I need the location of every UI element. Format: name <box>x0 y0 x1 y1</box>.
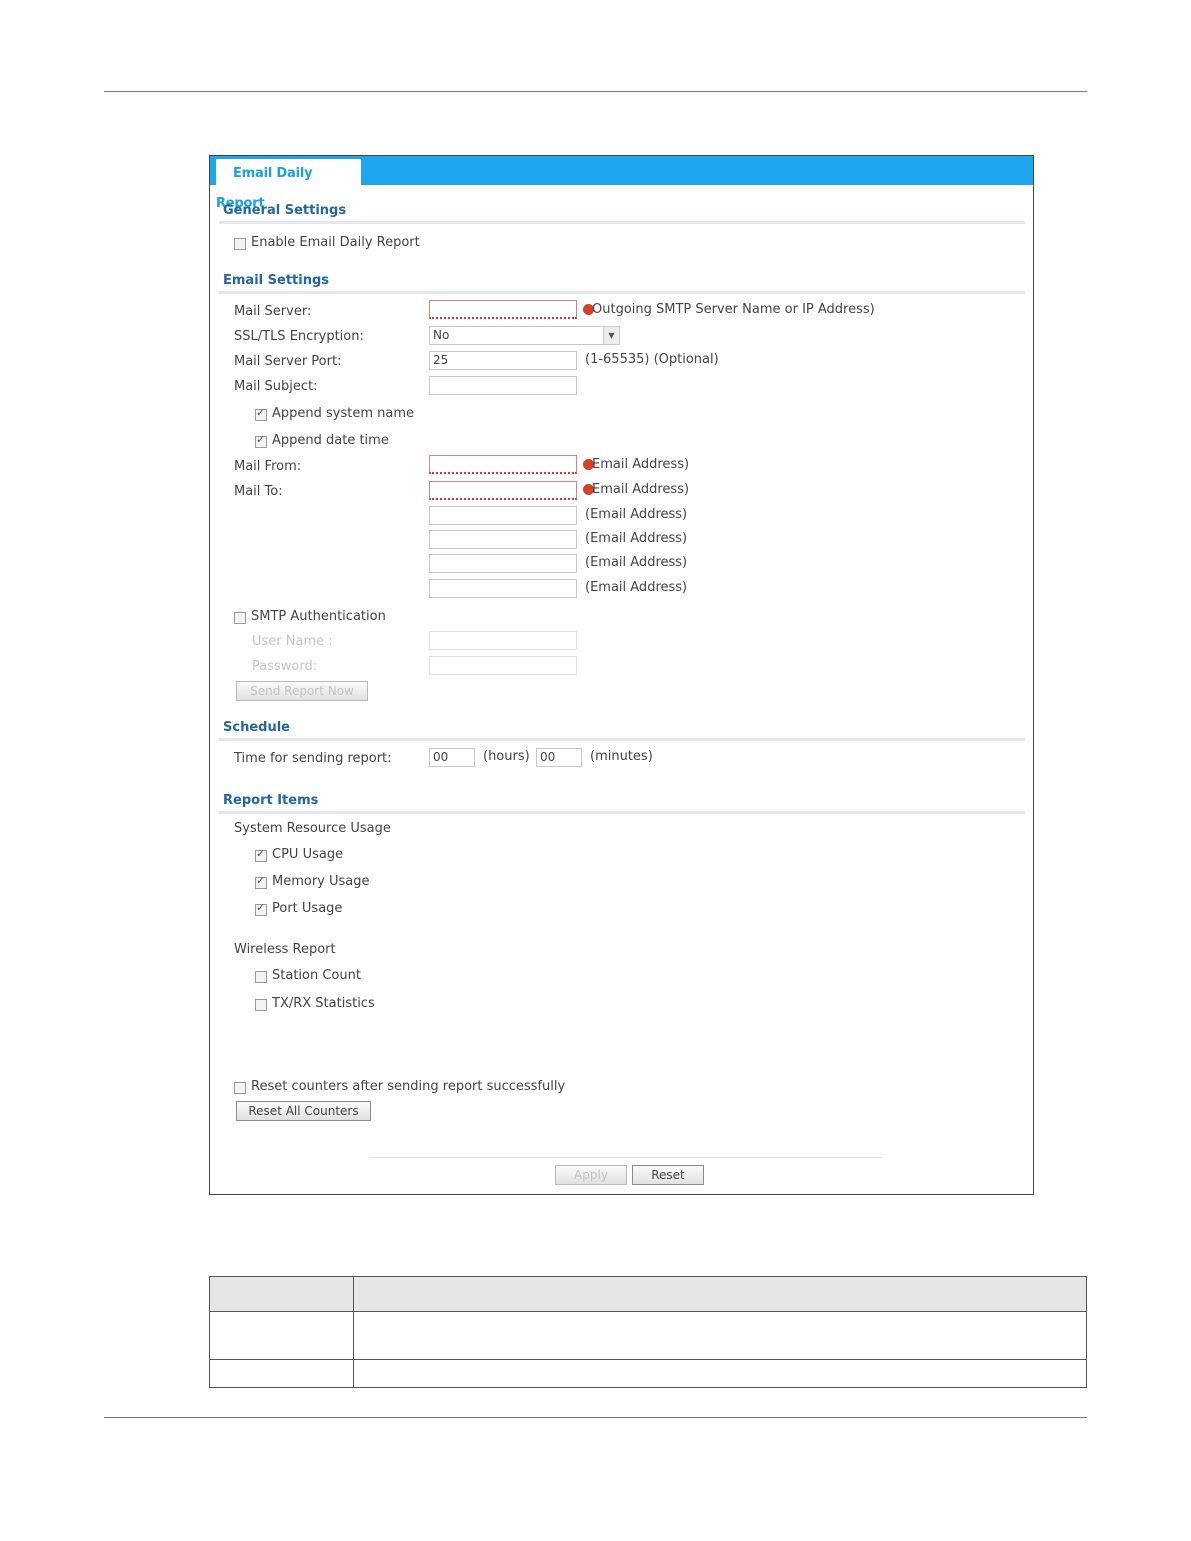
mail-from-hint: Email Address) <box>592 457 690 472</box>
page-top-rule <box>104 91 1087 92</box>
table-header-row <box>210 1277 1086 1312</box>
mail-to-hint-5: (Email Address) <box>585 580 688 595</box>
table-row-divider <box>210 1359 1086 1360</box>
ssl-tls-label: SSL/TLS Encryption: <box>234 329 364 344</box>
enable-email-daily-report-checkbox[interactable] <box>234 238 246 250</box>
apply-button[interactable]: Apply <box>555 1165 627 1185</box>
reset-button[interactable]: Reset <box>632 1165 704 1185</box>
reset-counters-label: Reset counters after sending report succ… <box>251 1079 566 1094</box>
mail-from-input[interactable] <box>429 455 577 474</box>
memory-usage-label: Memory Usage <box>272 874 370 889</box>
port-usage-label: Port Usage <box>272 901 343 916</box>
mail-to-hint-4: (Email Address) <box>585 555 688 570</box>
time-for-sending-label: Time for sending report: <box>234 751 392 766</box>
section-divider <box>219 738 1025 741</box>
memory-usage-checkbox[interactable] <box>255 874 267 889</box>
ssl-tls-select[interactable]: No ▼ <box>429 326 620 345</box>
mail-server-hint: Outgoing SMTP Server Name or IP Address) <box>592 302 875 317</box>
txrx-statistics-checkbox[interactable] <box>255 999 267 1011</box>
mail-to-hint-3: (Email Address) <box>585 531 688 546</box>
append-date-time-checkbox[interactable] <box>255 433 267 448</box>
mail-server-port-input[interactable]: 25 <box>429 351 577 370</box>
station-count-label: Station Count <box>272 968 361 983</box>
mail-from-label: Mail From: <box>234 459 302 474</box>
smtp-authentication-checkbox[interactable] <box>234 612 246 624</box>
minutes-unit-label: (minutes) <box>590 749 653 764</box>
hours-unit-label: (hours) <box>483 749 530 764</box>
schedule-heading: Schedule <box>223 720 290 735</box>
mail-to-label: Mail To: <box>234 484 283 499</box>
mail-to-hint-2: (Email Address) <box>585 507 688 522</box>
mail-server-port-hint: (1-65535) (Optional) <box>585 352 719 367</box>
mail-to-hint-1: Email Address) <box>592 482 690 497</box>
chevron-down-icon[interactable]: ▼ <box>603 327 619 344</box>
mail-subject-label: Mail Subject: <box>234 379 318 394</box>
send-report-now-button[interactable]: Send Report Now <box>236 681 368 701</box>
mail-to-input-1[interactable] <box>429 481 577 500</box>
email-settings-heading: Email Settings <box>223 273 329 288</box>
mail-to-input-2[interactable] <box>429 506 577 525</box>
reset-counters-checkbox[interactable] <box>234 1082 246 1094</box>
table-column-divider <box>353 1277 354 1387</box>
reset-all-counters-button[interactable]: Reset All Counters <box>236 1101 371 1121</box>
mail-to-input-3[interactable] <box>429 530 577 549</box>
ssl-tls-selected-value: No <box>433 328 450 342</box>
section-divider <box>219 811 1025 814</box>
user-name-label: User Name : <box>252 634 333 649</box>
cpu-usage-label: CPU Usage <box>272 847 344 862</box>
append-system-name-label: Append system name <box>272 406 415 421</box>
mail-to-input-5[interactable] <box>429 579 577 598</box>
footer-divider <box>370 1157 883 1158</box>
password-label: Password: <box>252 659 318 674</box>
smtp-authentication-label: SMTP Authentication <box>251 609 386 624</box>
mail-server-port-label: Mail Server Port: <box>234 354 342 369</box>
txrx-statistics-label: TX/RX Statistics <box>272 996 375 1011</box>
report-items-heading: Report Items <box>223 793 319 808</box>
general-settings-heading: General Settings <box>223 203 347 218</box>
section-divider <box>219 221 1025 224</box>
cpu-usage-checkbox[interactable] <box>255 847 267 862</box>
mail-server-input[interactable] <box>429 300 577 319</box>
mail-subject-input[interactable] <box>429 376 577 395</box>
email-daily-report-panel: Email Daily Report General Settings Enab… <box>209 155 1034 1195</box>
station-count-checkbox[interactable] <box>255 971 267 983</box>
tab-bar: Email Daily Report <box>210 156 1033 211</box>
mail-to-input-4[interactable] <box>429 554 577 573</box>
append-system-name-checkbox[interactable] <box>255 406 267 421</box>
description-table <box>209 1276 1087 1388</box>
append-date-time-label: Append date time <box>272 433 389 448</box>
system-resource-usage-label: System Resource Usage <box>234 821 391 836</box>
hours-input[interactable]: 00 <box>429 748 475 767</box>
wireless-report-label: Wireless Report <box>234 942 336 957</box>
page-bottom-rule <box>104 1417 1087 1418</box>
mail-server-label: Mail Server: <box>234 304 312 319</box>
tab-email-daily-report[interactable]: Email Daily Report <box>216 159 361 211</box>
minutes-input[interactable]: 00 <box>536 748 582 767</box>
enable-email-daily-report-label: Enable Email Daily Report <box>251 235 420 250</box>
user-name-input[interactable] <box>429 631 577 650</box>
port-usage-checkbox[interactable] <box>255 901 267 916</box>
password-input[interactable] <box>429 656 577 675</box>
section-divider <box>219 291 1025 294</box>
